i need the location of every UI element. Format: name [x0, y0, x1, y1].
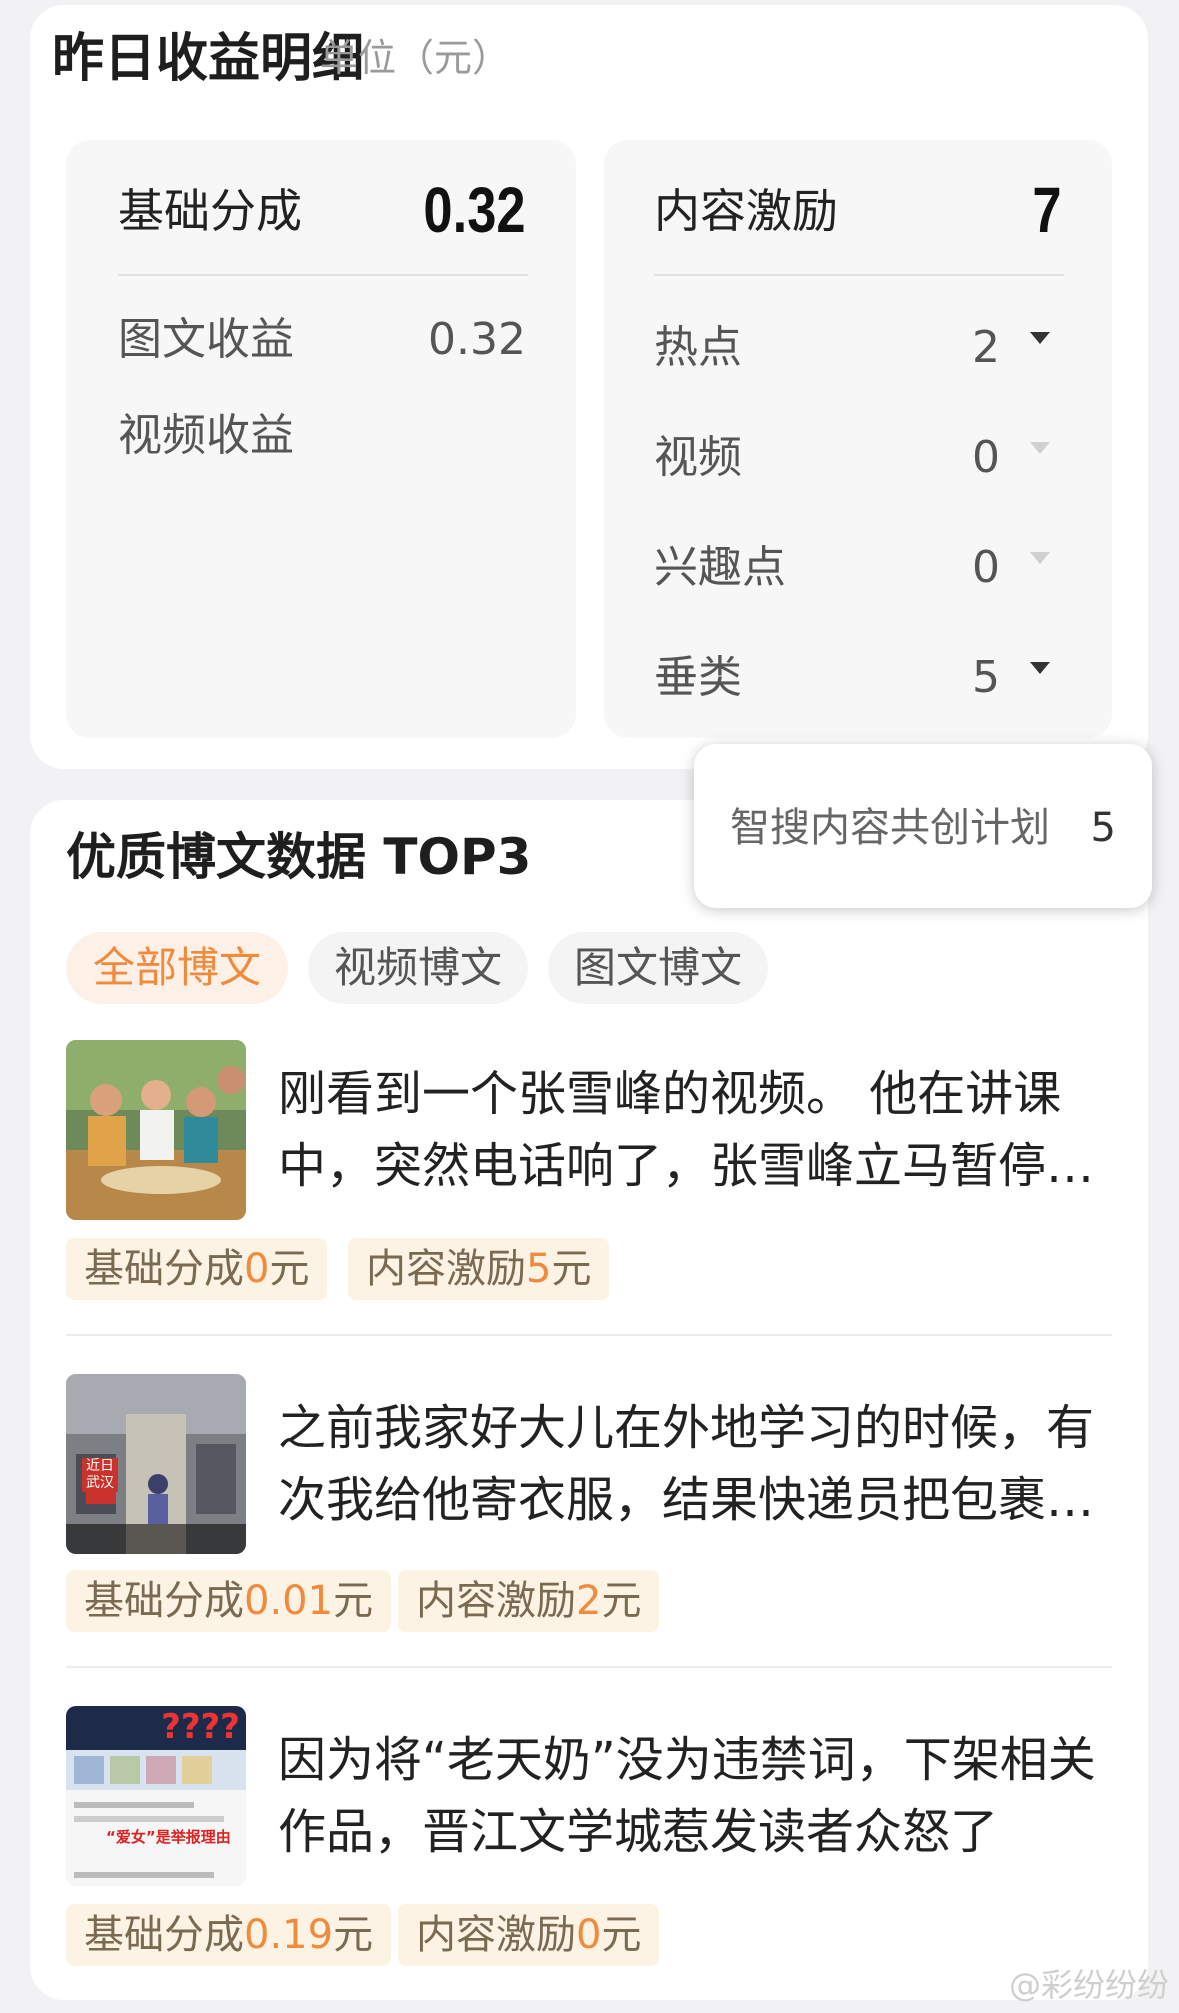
base-share-title: 基础分成: [118, 184, 302, 238]
base-row-label: 图文收益: [118, 314, 294, 365]
caret-down-icon[interactable]: [1030, 332, 1050, 344]
post-thumbnail[interactable]: [66, 1040, 246, 1220]
incentive-row-value: 2: [972, 322, 1000, 373]
thumb-caption: “爱女”是举报理由: [106, 1828, 231, 1846]
caret-down-icon[interactable]: [1030, 662, 1050, 674]
tab-all-posts[interactable]: 全部博文: [66, 932, 288, 1004]
incentive-tag: 内容激励0元: [398, 1904, 660, 1966]
incentive-row-label: 热点: [654, 322, 742, 373]
base-share-panel[interactable]: 基础分成 0.32 图文收益 0.32 视频收益: [66, 140, 576, 738]
tab-video-posts[interactable]: 视频博文: [308, 932, 528, 1004]
thumb-title: ????: [161, 1707, 240, 1747]
post-thumbnail[interactable]: ???? “爱女”是举报理由: [66, 1706, 246, 1886]
top-posts-title: 优质博文数据 TOP3: [66, 828, 532, 886]
incentive-total: 7: [1032, 174, 1062, 246]
post-text: 因为将“老天奶”没为违禁词，下架相关作品，晋江文学城惹发读者众怒了: [278, 1732, 1096, 1860]
caret-down-icon[interactable]: [1030, 442, 1050, 454]
base-row-label: 视频收益: [118, 410, 294, 461]
incentive-row-value: 0: [972, 542, 1000, 593]
income-unit: 单位（元）: [320, 36, 511, 80]
caret-down-icon[interactable]: [1030, 552, 1050, 564]
watermark: @彩纷纷纷: [1008, 1966, 1169, 2004]
popup-value: 5: [1090, 805, 1116, 851]
incentive-detail-popup[interactable]: 智搜内容共创计划 5: [694, 744, 1152, 908]
thumb-badge: 近日 武汉: [82, 1458, 118, 1492]
incentive-row-value: 0: [972, 432, 1000, 483]
post-text: 刚看到一个张雪峰的视频。 他在讲课中，突然电话响了，张雪峰立马暂停讲课接了电话: [278, 1066, 1095, 1194]
base-share-total: 0.32: [423, 174, 526, 246]
base-row-value: 0.32: [428, 314, 526, 365]
incentive-row-label: 垂类: [654, 652, 742, 703]
incentive-title: 内容激励: [654, 184, 838, 238]
base-share-tag: 基础分成0.01元: [66, 1570, 392, 1632]
incentive-row-value: 5: [972, 652, 1000, 703]
base-share-tag: 基础分成0元: [66, 1238, 328, 1300]
post-text: 之前我家好大儿在外地学习的时候，有次我给他寄衣服，结果快递员把包裹送错了地方: [278, 1400, 1095, 1528]
divider: [118, 274, 528, 276]
popup-label: 智搜内容共创计划: [730, 805, 1050, 851]
divider: [66, 1666, 1112, 1668]
incentive-row-label: 视频: [654, 432, 742, 483]
income-card: 昨日收益明细 单位（元） 基础分成 0.32 图文收益 0.32 视频收益 内容…: [30, 5, 1148, 769]
incentive-panel[interactable]: 内容激励 7 热点 2 视频 0 兴趣点 0 垂类 5: [604, 140, 1112, 738]
divider: [66, 1334, 1112, 1336]
incentive-row-label: 兴趣点: [654, 542, 786, 593]
incentive-tag: 内容激励5元: [348, 1238, 610, 1300]
income-title: 昨日收益明细: [52, 29, 365, 89]
base-share-tag: 基础分成0.19元: [66, 1904, 392, 1966]
incentive-tag: 内容激励2元: [398, 1570, 660, 1632]
tab-image-text-posts[interactable]: 图文博文: [548, 932, 768, 1004]
divider: [654, 274, 1064, 276]
post-thumbnail[interactable]: 近日 武汉: [66, 1374, 246, 1554]
